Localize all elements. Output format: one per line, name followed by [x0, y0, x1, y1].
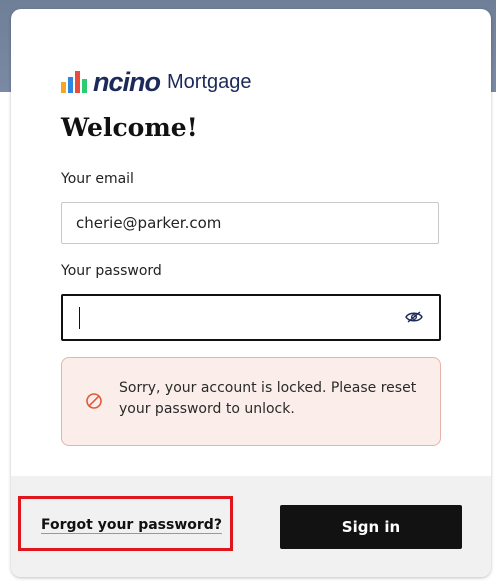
- logo-bar: [61, 82, 66, 93]
- account-locked-alert: Sorry, your account is locked. Please re…: [61, 357, 441, 446]
- alert-message: Sorry, your account is locked. Please re…: [119, 380, 417, 417]
- text-cursor: [79, 306, 80, 329]
- logo-bar: [75, 71, 80, 93]
- logo-wordmark: ncino: [93, 67, 161, 97]
- logo-bar: [82, 79, 87, 93]
- email-field[interactable]: cherie@parker.com: [61, 202, 439, 244]
- eye-slash-icon[interactable]: [405, 310, 423, 324]
- password-field[interactable]: [61, 294, 441, 341]
- product-name: Mortgage: [167, 71, 252, 93]
- email-label: Your email: [61, 171, 134, 187]
- logo-bars-icon: [61, 71, 87, 93]
- sign-in-button[interactable]: Sign in: [280, 505, 462, 549]
- brand-logo: ncino Mortgage: [61, 63, 252, 97]
- email-value: cherie@parker.com: [76, 214, 222, 232]
- logo-bar: [68, 77, 73, 93]
- page-title: Welcome!: [61, 113, 198, 142]
- login-card: ncino Mortgage Welcome! Your email cheri…: [11, 9, 491, 577]
- password-label: Your password: [61, 263, 162, 279]
- ban-circle-icon: [86, 393, 102, 409]
- forgot-password-link[interactable]: Forgot your password?: [41, 517, 222, 533]
